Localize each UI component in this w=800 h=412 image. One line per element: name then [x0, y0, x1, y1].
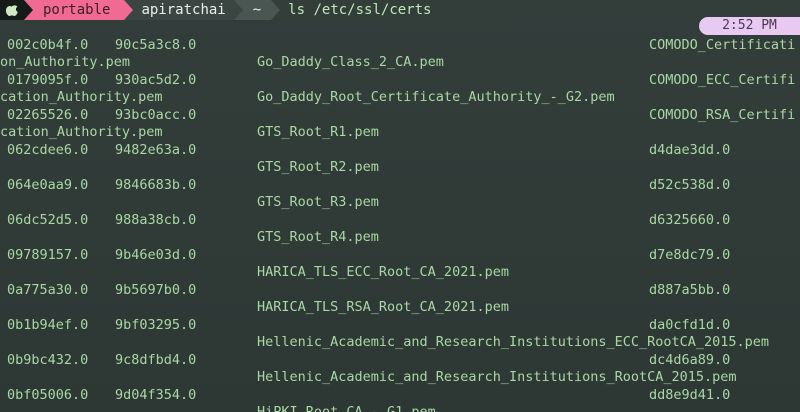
listing-col4-entry: COMODO_Certificati: [649, 37, 796, 53]
listing-col3-entry: Go_Daddy_Root_Certificate_Authority_-_G2…: [257, 89, 615, 105]
listing-col2-entry: 9846683b.0: [115, 177, 197, 193]
listing-col1-entry: 09789157.0: [7, 247, 89, 263]
listing-col2-entry: 9b46e03d.0: [115, 247, 197, 263]
listing-col3-entry: GTS_Root_R3.pem: [257, 194, 379, 210]
listing-col3-entry: HARICA_TLS_ECC_Root_CA_2021.pem: [257, 264, 509, 280]
listing-col4-entry: dd8e9d41.0: [649, 387, 731, 403]
listing-col4-entry: dc4d6a89.0: [649, 352, 731, 368]
listing-col1-entry: 0b9bc432.0: [7, 352, 89, 368]
user-segment: apiratchai: [133, 0, 234, 20]
listing-col3-entry: GTS_Root_R4.pem: [257, 229, 379, 245]
listing-col1-entry: 0b1b94ef.0: [7, 317, 89, 333]
command-text[interactable]: ls /etc/ssl/certs: [288, 0, 431, 20]
listing-col2-entry: 9d04f354.0: [115, 387, 197, 403]
segment-separator: [233, 0, 243, 20]
os-segment: [0, 0, 24, 20]
listing-col2-entry: 9b5697b0.0: [115, 282, 197, 298]
listing-col1-entry: 062cdee6.0: [7, 142, 89, 158]
listing-col4-entry: COMODO_ECC_Certifi: [649, 72, 796, 88]
listing-col2-entry: 93bc0acc.0: [115, 107, 197, 123]
listing-col2-entry: 988a38cb.0: [115, 212, 197, 228]
listing-wrapped-tail: on_Authority.pem: [0, 54, 131, 70]
listing-col1-entry: 02265526.0: [7, 107, 89, 123]
directory-segment: ~: [242, 0, 272, 20]
listing-col3-entry: GTS_Root_R1.pem: [257, 124, 379, 140]
listing-col1-entry: 0179095f.0: [7, 72, 89, 88]
listing-wrapped-tail: cation_Authority.pem: [0, 124, 163, 140]
shell-prompt: portable apiratchai ~ ls /etc/ssl/certs: [0, 0, 431, 20]
listing-col4-entry: da0cfd1d.0: [649, 317, 731, 333]
listing-col4-entry: d7e8dc79.0: [649, 247, 731, 263]
listing-col1-entry: 064e0aa9.0: [7, 177, 89, 193]
clock-badge: 2:52 PM: [699, 17, 800, 35]
listing-col3-entry: GTS_Root_R2.pem: [257, 159, 379, 175]
listing-col1-entry: 002c0b4f.0: [7, 37, 89, 53]
listing-col3-entry: Go_Daddy_Class_2_CA.pem: [257, 54, 444, 70]
listing-col4-entry: d6325660.0: [649, 212, 731, 228]
segment-separator: [24, 0, 33, 20]
listing-col3-entry: HiPKI_Root_CA_-_G1.pem: [257, 404, 436, 412]
segment-separator: [124, 0, 134, 20]
host-segment: portable: [33, 0, 125, 20]
listing-col2-entry: 9482e63a.0: [115, 142, 197, 158]
listing-col3-entry: Hellenic_Academic_and_Research_Instituti…: [257, 334, 770, 350]
listing-col3-entry: HARICA_TLS_RSA_Root_CA_2021.pem: [257, 299, 509, 315]
listing-wrapped-tail: cation_Authority.pem: [0, 89, 163, 105]
listing-col2-entry: 90c5a3c8.0: [115, 37, 197, 53]
listing-col4-entry: COMODO_RSA_Certifi: [649, 107, 796, 123]
listing-col4-entry: d4dae3dd.0: [649, 142, 731, 158]
segment-separator: [271, 0, 281, 20]
listing-col3-entry: Hellenic_Academic_and_Research_Instituti…: [257, 369, 737, 385]
listing-col2-entry: 9bf03295.0: [115, 317, 197, 333]
listing-col2-entry: 930ac5d2.0: [115, 72, 197, 88]
listing-col4-entry: d52c538d.0: [649, 177, 731, 193]
apple-icon: [5, 5, 18, 17]
listing-col1-entry: 0bf05006.0: [7, 387, 89, 403]
listing-col1-entry: 06dc52d5.0: [7, 212, 89, 228]
listing-col1-entry: 0a775a30.0: [7, 282, 89, 298]
listing-col2-entry: 9c8dfbd4.0: [115, 352, 197, 368]
listing-col4-entry: d887a5bb.0: [649, 282, 731, 298]
terminal-window[interactable]: portable apiratchai ~ ls /etc/ssl/certs …: [0, 0, 800, 412]
